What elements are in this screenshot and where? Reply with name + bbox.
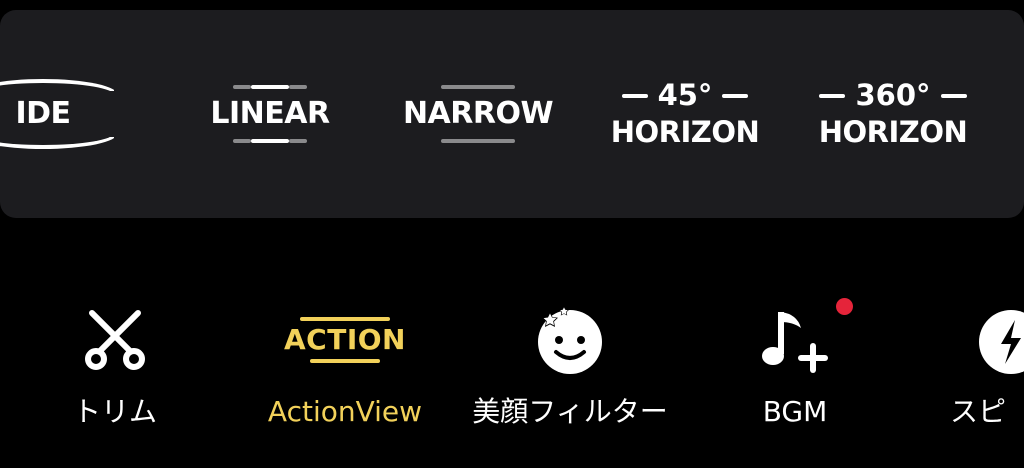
- wide-curve-bottom: [0, 133, 118, 149]
- tool-actionview-label: ActionView: [267, 395, 423, 428]
- dash-icon: [621, 93, 648, 98]
- lens-mode-horizon-360-label: HORIZON: [818, 115, 968, 149]
- lens-mode-horizon-360[interactable]: 360° HORIZON: [808, 10, 978, 218]
- tool-actionview[interactable]: ACTION ActionView: [245, 302, 445, 426]
- action-icon-text: ACTION: [284, 323, 406, 356]
- narrow-bottom-bar: [441, 139, 515, 143]
- tool-bgm-label: BGM: [762, 395, 828, 428]
- lens-mode-linear[interactable]: LINEAR: [196, 10, 344, 218]
- linear-top-bars: [233, 85, 307, 89]
- new-badge: [836, 298, 853, 315]
- lens-mode-linear-label: LINEAR: [210, 96, 330, 131]
- tool-beauty-filter[interactable]: 美顔フィルター: [455, 302, 685, 426]
- action-icon: ACTION: [280, 302, 410, 378]
- lens-mode-wide-label: IDE: [15, 96, 71, 131]
- edit-tools-row: トリム ACTION ActionView 美顔フィルター BGM スピ: [0, 280, 1024, 468]
- horizon-360-degree-row: 360°: [819, 78, 967, 112]
- narrow-top-bar: [441, 85, 515, 89]
- tool-trim[interactable]: トリム: [60, 302, 170, 426]
- horizon-360-degree: 360°: [855, 78, 931, 112]
- lens-mode-wide[interactable]: IDE: [0, 10, 130, 218]
- music-add-icon: [755, 302, 835, 378]
- lens-mode-panel: IDE LINEAR NARROW 45° HORIZON 360° HORIZ…: [0, 10, 1024, 218]
- speed-icon: [975, 302, 1024, 378]
- tool-trim-label: トリム: [72, 395, 157, 428]
- lens-mode-narrow[interactable]: NARROW: [392, 10, 564, 218]
- linear-bottom-bars: [233, 139, 307, 143]
- lens-mode-horizon-45-label: HORIZON: [610, 115, 760, 149]
- tool-beauty-filter-label: 美顔フィルター: [472, 395, 668, 428]
- scissors-icon: [75, 302, 155, 378]
- horizon-45-degree-row: 45°: [621, 78, 749, 112]
- beauty-face-icon: [530, 302, 610, 378]
- tool-speed[interactable]: スピ: [950, 302, 1024, 426]
- dash-icon: [940, 93, 967, 98]
- lens-mode-narrow-label: NARROW: [402, 96, 554, 131]
- tool-bgm[interactable]: BGM: [740, 302, 850, 426]
- dash-icon: [722, 93, 749, 98]
- wide-curve-top: [0, 79, 118, 95]
- lens-mode-horizon-45[interactable]: 45° HORIZON: [600, 10, 770, 218]
- horizon-45-degree: 45°: [657, 78, 713, 112]
- dash-icon: [819, 93, 846, 98]
- tool-speed-label: スピ: [950, 395, 1007, 428]
